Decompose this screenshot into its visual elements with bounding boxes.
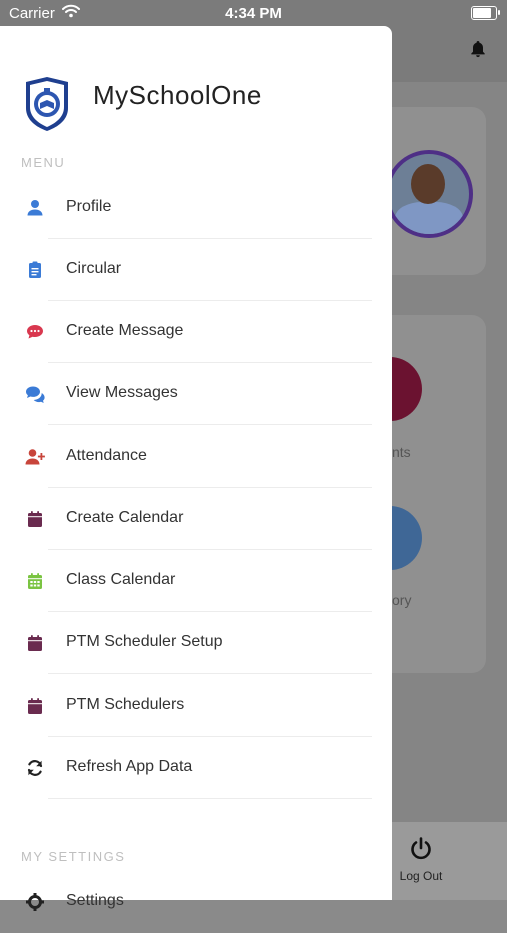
divider (48, 673, 372, 674)
logout-label: Log Out (399, 869, 443, 883)
logout-button[interactable]: Log Out (396, 836, 446, 883)
menu-item-attendance[interactable]: Attendance (0, 426, 372, 488)
menu-item-ptm-scheduler-setup[interactable]: PTM Scheduler Setup (0, 612, 372, 674)
menu-item-label: PTM Schedulers (66, 696, 185, 713)
menu-item-class-calendar[interactable]: Class Calendar (0, 550, 372, 612)
battery-icon (471, 6, 500, 20)
menu-item-ptm-schedulers[interactable]: PTM Schedulers (0, 675, 372, 737)
menu-item-label: Refresh App Data (66, 758, 193, 775)
refresh-icon (24, 757, 46, 779)
user-plus-icon (24, 446, 46, 468)
menu-item-label: Circular (66, 260, 122, 277)
calendar-icon (24, 695, 46, 717)
power-icon (411, 837, 431, 860)
menu-section-header: MENU (21, 155, 66, 170)
school-logo (22, 76, 72, 137)
menu-item-view-messages[interactable]: View Messages (0, 363, 372, 425)
tile-label: ory (392, 592, 412, 608)
menu-item-label: Class Calendar (66, 571, 176, 588)
bell-icon[interactable] (470, 40, 486, 63)
settings-section-header: MY SETTINGS (21, 849, 126, 864)
tile-label: nts (392, 444, 411, 460)
menu-item-circular[interactable]: Circular (0, 239, 372, 301)
menu-item-label: Create Calendar (66, 509, 184, 526)
navigation-drawer: MySchoolOne MENU Profile Circular Create… (0, 26, 392, 911)
gear-icon (24, 891, 46, 913)
menu-item-refresh-app-data[interactable]: Refresh App Data (0, 737, 372, 799)
chat-bubbles-icon (24, 383, 46, 405)
calendar-grid-icon (24, 570, 46, 592)
menu-item-label: Settings (66, 892, 124, 909)
menu-item-label: PTM Scheduler Setup (66, 633, 223, 650)
clipboard-icon (24, 259, 46, 281)
menu-item-label: Create Message (66, 322, 184, 339)
menu-item-label: Profile (66, 198, 112, 215)
menu-item-label: Attendance (66, 447, 147, 464)
chat-bubble-icon (24, 321, 46, 343)
menu-item-profile[interactable]: Profile (0, 177, 372, 239)
status-bar: Carrier 4:34 PM (0, 0, 507, 26)
app-name: MySchoolOne (93, 80, 262, 110)
calendar-icon (24, 508, 46, 530)
menu-item-label: View Messages (66, 384, 178, 401)
user-icon (24, 197, 46, 219)
divider (48, 424, 372, 425)
menu-item-create-calendar[interactable]: Create Calendar (0, 488, 372, 550)
menu-item-settings[interactable]: Settings (0, 871, 372, 933)
divider (48, 798, 372, 799)
clock: 4:34 PM (225, 5, 282, 22)
avatar (385, 150, 473, 238)
calendar-icon (24, 632, 46, 654)
menu-item-create-message[interactable]: Create Message (0, 301, 372, 363)
